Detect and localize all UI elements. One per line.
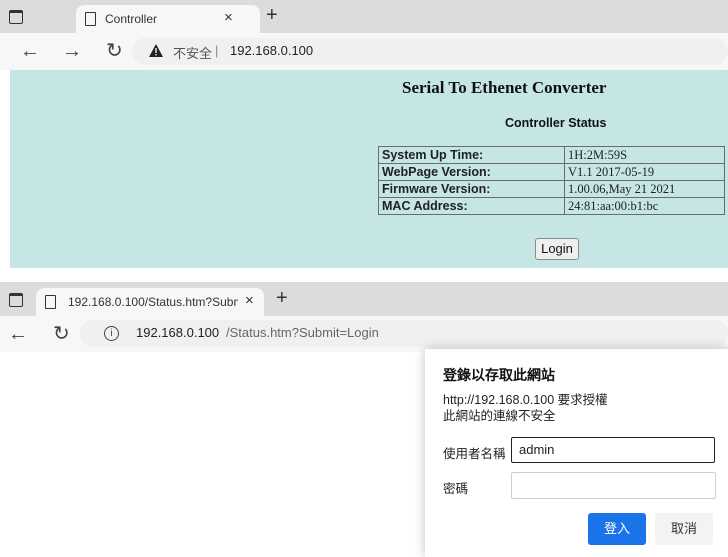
status-table: System Up Time: 1H:2M:59S WebPage Version…: [378, 146, 725, 215]
dialog-title: 登錄以存取此網站: [443, 367, 555, 383]
status-key: MAC Address:: [378, 197, 565, 215]
auth-dialog: 登錄以存取此網站 http://192.168.0.100 要求授權 此網站的連…: [425, 349, 728, 557]
reload-icon[interactable]: ↻: [106, 41, 123, 61]
tab-title: Controller: [105, 12, 158, 26]
top-toolbar: ← → ↻ 不安全 | 192.168.0.100: [0, 33, 728, 70]
security-warning: 不安全: [173, 46, 213, 61]
status-key: WebPage Version:: [378, 163, 565, 181]
address-host: 192.168.0.100: [136, 325, 220, 340]
reload-icon[interactable]: ↻: [53, 324, 70, 344]
username-field[interactable]: admin: [511, 437, 715, 463]
status-key: System Up Time:: [378, 146, 565, 164]
close-icon[interactable]: ×: [224, 9, 233, 26]
table-row: System Up Time: 1H:2M:59S: [378, 146, 725, 164]
table-row: WebPage Version: V1.1 2017-05-19: [378, 163, 725, 181]
login-button[interactable]: Login: [535, 238, 579, 260]
status-key: Firmware Version:: [378, 180, 565, 198]
page-title: Serial To Ethenet Converter: [402, 78, 607, 97]
sign-in-button[interactable]: 登入: [588, 513, 646, 545]
page-icon: [85, 12, 96, 26]
subtitle: Controller Status: [505, 116, 607, 130]
tab-status[interactable]: 192.168.0.100/Status.htm?Submi ×: [36, 288, 264, 316]
window-icon[interactable]: [9, 10, 23, 24]
table-row: MAC Address: 24:81:aa:00:b1:bc: [378, 197, 725, 215]
tab-title: 192.168.0.100/Status.htm?Submi: [68, 295, 238, 309]
info-icon: i: [104, 326, 119, 341]
forward-icon[interactable]: →: [62, 41, 82, 61]
dialog-security-text: 此網站的連線不安全: [443, 409, 556, 423]
close-icon[interactable]: ×: [245, 292, 254, 309]
password-field[interactable]: [511, 472, 716, 499]
address-url: 192.168.0.100: [230, 43, 314, 58]
status-value: V1.1 2017-05-19: [564, 163, 725, 181]
cancel-button[interactable]: 取消: [655, 513, 713, 545]
password-label: 密碼: [443, 482, 469, 496]
bottom-tab-strip: 192.168.0.100/Status.htm?Submi × +: [0, 282, 728, 316]
top-tab-strip: Controller × +: [0, 0, 728, 33]
username-label: 使用者名稱: [443, 447, 506, 461]
status-value: 1H:2M:59S: [564, 146, 725, 164]
address-bar[interactable]: 不安全 | 192.168.0.100: [132, 38, 728, 65]
status-value: 24:81:aa:00:b1:bc: [564, 197, 725, 215]
warning-icon: [149, 44, 163, 57]
bottom-toolbar: ← ↻ i 192.168.0.100 /Status.htm?Submit=L…: [0, 316, 728, 352]
address-bar[interactable]: i 192.168.0.100 /Status.htm?Submit=Login: [80, 320, 728, 347]
back-icon[interactable]: ←: [20, 41, 40, 61]
page-icon: [45, 295, 56, 309]
status-value: 1.00.06,May 21 2021: [564, 180, 725, 198]
new-tab-icon[interactable]: +: [276, 288, 288, 308]
username-value: admin: [519, 442, 555, 457]
back-icon[interactable]: ←: [8, 324, 28, 344]
window-icon[interactable]: [9, 293, 23, 307]
address-separator: |: [215, 43, 219, 58]
tab-controller[interactable]: Controller ×: [76, 5, 260, 33]
table-row: Firmware Version: 1.00.06,May 21 2021: [378, 180, 725, 198]
new-tab-icon[interactable]: +: [266, 5, 278, 25]
address-path: /Status.htm?Submit=Login: [226, 325, 379, 340]
